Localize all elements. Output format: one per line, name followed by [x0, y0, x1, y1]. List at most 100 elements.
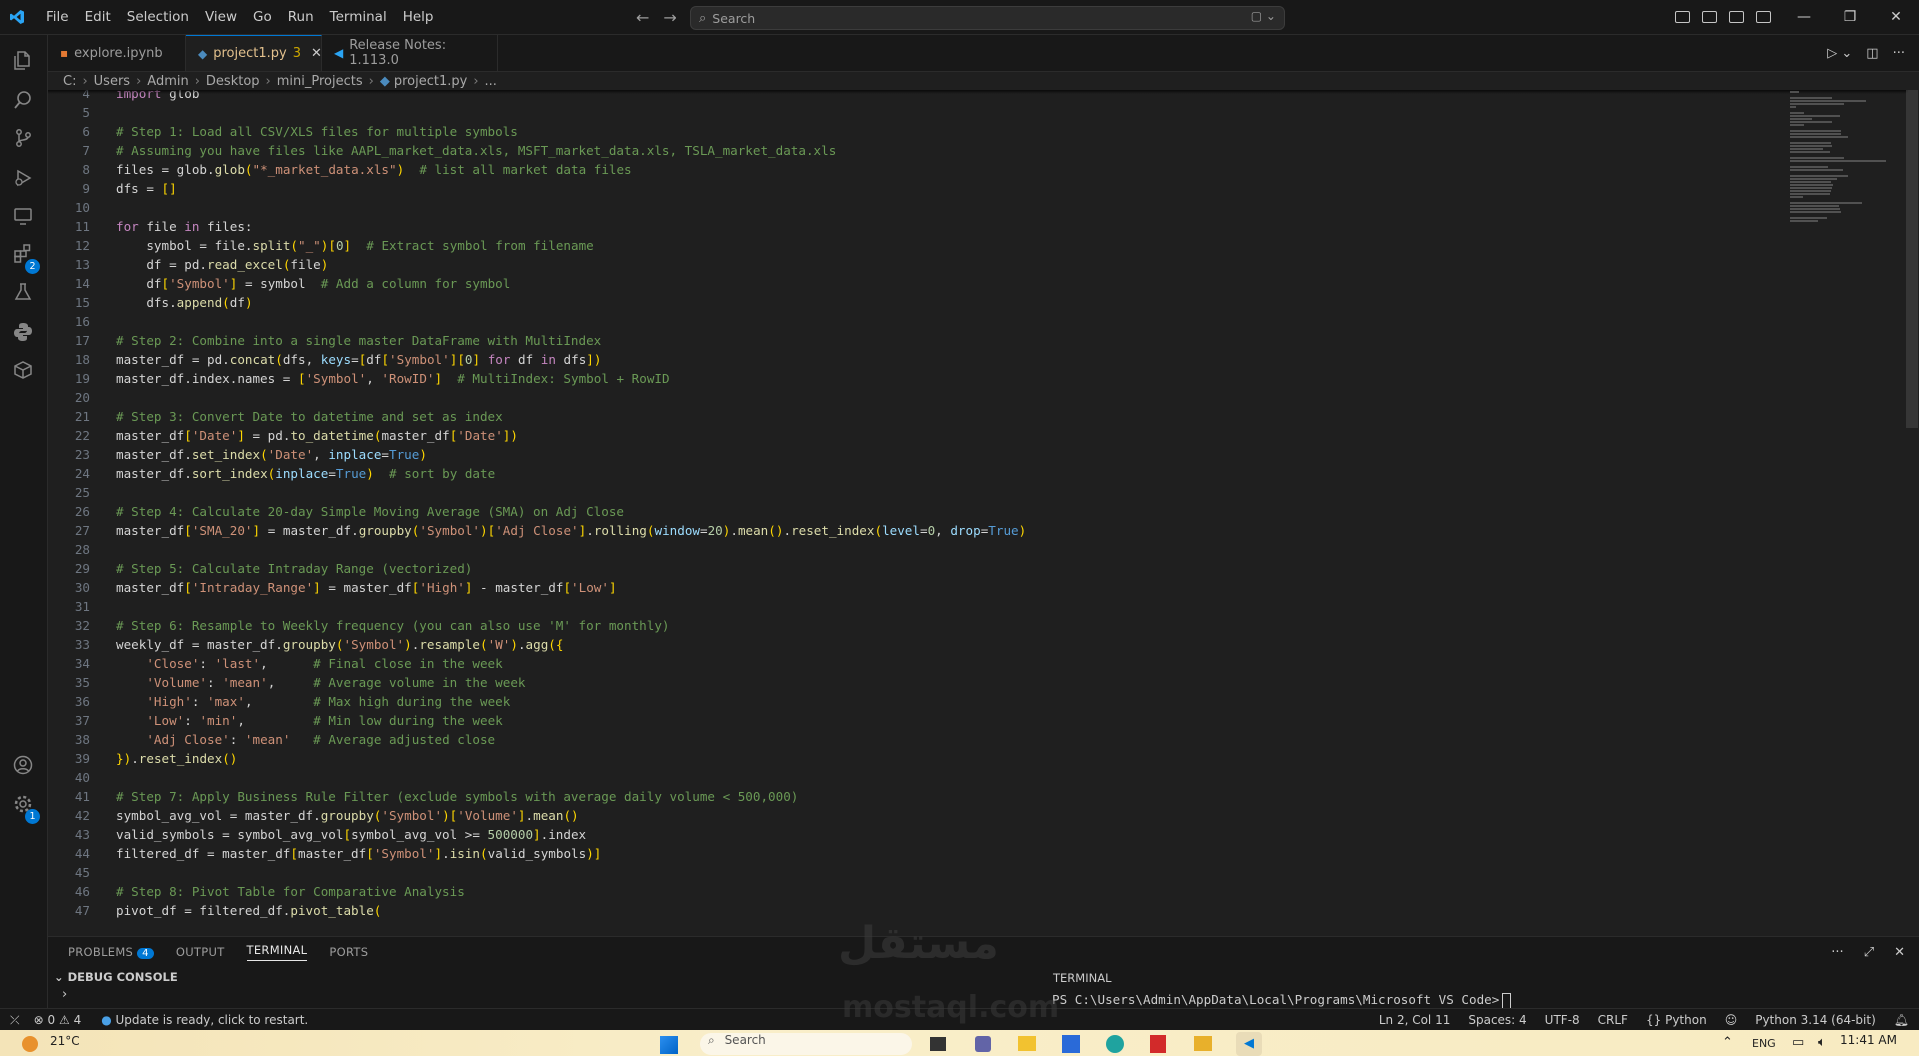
problems-status[interactable]: ⊗ 0 ⚠ 4: [34, 1013, 82, 1027]
breadcrumb-item[interactable]: mini_Projects: [277, 74, 363, 89]
code-line[interactable]: 39}).reset_index(): [48, 749, 1788, 768]
close-icon[interactable]: ✕: [1873, 0, 1919, 34]
language-mode[interactable]: {} Python: [1646, 1013, 1707, 1027]
breadcrumb-item[interactable]: C:: [63, 74, 76, 89]
code-line[interactable]: 37 'Low': 'min', # Min low during the we…: [48, 711, 1788, 730]
folder-icon[interactable]: [1194, 1036, 1212, 1051]
back-arrow-icon[interactable]: ←: [636, 8, 649, 27]
code-line[interactable]: 27 master_df['SMA_20'] = master_df.groupb…: [48, 521, 1788, 540]
customize-layout-icon[interactable]: [1675, 11, 1690, 23]
python-icon[interactable]: [11, 321, 35, 345]
code-line[interactable]: 22 master_df['Date'] = pd.to_datetime(mas…: [48, 426, 1788, 445]
accounts-icon[interactable]: [11, 754, 35, 778]
tab-terminal[interactable]: TERMINAL: [246, 943, 308, 961]
code-line[interactable]: 17 # Step 2: Combine into a single master…: [48, 331, 1788, 350]
code-line[interactable]: 5: [48, 103, 1788, 122]
code-line[interactable]: 21 # Step 3: Convert Date to datetime and…: [48, 407, 1788, 426]
code-line[interactable]: 32 # Step 6: Resample to Weekly frequency…: [48, 616, 1788, 635]
menu-go[interactable]: Go: [245, 0, 280, 34]
menu-run[interactable]: Run: [280, 0, 322, 34]
code-line[interactable]: 20: [48, 388, 1788, 407]
taskbar-clock[interactable]: 11:41 AM: [1840, 1033, 1897, 1047]
maximize-panel-icon[interactable]: ⤢: [1864, 945, 1874, 960]
code-line[interactable]: 15 dfs.append(df): [48, 293, 1788, 312]
code-line[interactable]: 23 master_df.set_index('Date', inplace=Tr…: [48, 445, 1788, 464]
code-line[interactable]: 19 master_df.index.names = ['Symbol', 'Ro…: [48, 369, 1788, 388]
code-line[interactable]: 16: [48, 312, 1788, 331]
code-line[interactable]: 11 for file in files:: [48, 217, 1788, 236]
code-line[interactable]: 24 master_df.sort_index(inplace=True) # s…: [48, 464, 1788, 483]
cursor-position[interactable]: Ln 2, Col 11: [1379, 1013, 1451, 1027]
chevron-right-icon[interactable]: ›: [62, 987, 67, 1002]
more-actions-icon[interactable]: ···: [1831, 945, 1843, 960]
tab-ports[interactable]: PORTS: [329, 945, 368, 959]
terminal-prompt[interactable]: PS C:\Users\Admin\AppData\Local\Programs…: [1052, 992, 1512, 1009]
explorer-icon[interactable]: [11, 49, 35, 73]
menu-terminal[interactable]: Terminal: [322, 0, 395, 34]
weather-icon[interactable]: [22, 1036, 38, 1052]
language-indicator[interactable]: ENG: [1752, 1037, 1776, 1050]
breadcrumb-item[interactable]: Users: [94, 74, 130, 89]
code-line[interactable]: 31: [48, 597, 1788, 616]
code-line[interactable]: 42 symbol_avg_vol = master_df.groupby('Sy…: [48, 806, 1788, 825]
file-explorer-icon[interactable]: [1018, 1036, 1036, 1051]
testing-icon[interactable]: [11, 281, 35, 305]
indentation[interactable]: Spaces: 4: [1468, 1013, 1526, 1027]
tab-explore-ipynb[interactable]: ▪ explore.ipynb: [48, 35, 186, 71]
menu-edit[interactable]: Edit: [77, 0, 119, 34]
toggle-primary-sidebar-icon[interactable]: [1702, 11, 1717, 23]
editor-scrollbar[interactable]: [1906, 90, 1918, 428]
copilot-icon[interactable]: ☺: [1725, 1013, 1738, 1027]
code-line[interactable]: 10: [48, 198, 1788, 217]
breadcrumb-item[interactable]: project1.py: [394, 74, 467, 89]
run-and-debug-icon[interactable]: [11, 167, 35, 191]
minimize-icon[interactable]: —: [1781, 0, 1827, 34]
code-line[interactable]: 7 # Assuming you have files like AAPL_mar…: [48, 141, 1788, 160]
remote-indicator-icon[interactable]: ⤫: [10, 1013, 20, 1028]
toggle-panel-icon[interactable]: [1729, 11, 1744, 23]
volume-icon[interactable]: 🔈︎: [1818, 1035, 1826, 1050]
code-editor[interactable]: 4 import glob 5 6 # Step 1: Load all CSV/XLS…: [48, 90, 1908, 930]
code-line[interactable]: 30 master_df['Intraday_Range'] = master_d…: [48, 578, 1788, 597]
code-line[interactable]: 44 filtered_df = master_df[master_df['Sym…: [48, 844, 1788, 863]
tab-output[interactable]: OUTPUT: [176, 945, 225, 959]
debug-console-section[interactable]: ⌄ DEBUG CONSOLE: [48, 967, 1919, 987]
code-line[interactable]: 25: [48, 483, 1788, 502]
minimap[interactable]: [1790, 90, 1910, 240]
edge-icon[interactable]: [1106, 1035, 1124, 1053]
code-line[interactable]: 36 'High': 'max', # Max high during the …: [48, 692, 1788, 711]
acrobat-icon[interactable]: [1150, 1035, 1166, 1053]
breadcrumb-item[interactable]: Admin: [147, 74, 188, 89]
tab-problems[interactable]: PROBLEMS 4: [68, 945, 154, 959]
code-line[interactable]: 6 # Step 1: Load all CSV/XLS files for mu…: [48, 122, 1788, 141]
menu-view[interactable]: View: [197, 0, 245, 34]
toggle-secondary-sidebar-icon[interactable]: [1756, 11, 1771, 23]
code-line[interactable]: 28: [48, 540, 1788, 559]
code-line[interactable]: 35 'Volume': 'mean', # Average volume in…: [48, 673, 1788, 692]
remote-explorer-icon[interactable]: [11, 205, 35, 229]
forward-arrow-icon[interactable]: →: [663, 8, 676, 27]
update-status[interactable]: ● Update is ready, click to restart.: [101, 1013, 308, 1027]
code-line[interactable]: 41 # Step 7: Apply Business Rule Filter (…: [48, 787, 1788, 806]
code-line[interactable]: 13 df = pd.read_excel(file): [48, 255, 1788, 274]
tab-release-notes[interactable]: ◀ Release Notes: 1.113.0: [322, 35, 498, 71]
encoding[interactable]: UTF-8: [1545, 1013, 1580, 1027]
windows-start-icon[interactable]: [660, 1036, 678, 1054]
breadcrumb-item[interactable]: ...: [485, 74, 497, 89]
code-line[interactable]: 18 master_df = pd.concat(dfs, keys=[df['S…: [48, 350, 1788, 369]
network-icon[interactable]: ▭: [1792, 1035, 1804, 1050]
search-icon[interactable]: [11, 89, 35, 113]
vscode-taskbar-icon[interactable]: ◀: [1236, 1032, 1262, 1056]
restore-icon[interactable]: ❐: [1827, 0, 1873, 34]
command-center-search[interactable]: ⌕ Search ▢ ⌄: [690, 6, 1285, 30]
notifications-bell-icon[interactable]: 🔔︎: [1894, 1013, 1909, 1027]
weather-temperature[interactable]: 21°C: [50, 1034, 80, 1048]
code-line[interactable]: 26 # Step 4: Calculate 20-day Simple Movi…: [48, 502, 1788, 521]
task-view-icon[interactable]: [930, 1037, 946, 1051]
teams-icon[interactable]: [975, 1036, 991, 1052]
menu-help[interactable]: Help: [395, 0, 442, 34]
code-line[interactable]: 34 'Close': 'last', # Final close in the…: [48, 654, 1788, 673]
end-of-line[interactable]: CRLF: [1598, 1013, 1628, 1027]
code-line[interactable]: 40: [48, 768, 1788, 787]
store-icon[interactable]: [1062, 1035, 1080, 1053]
